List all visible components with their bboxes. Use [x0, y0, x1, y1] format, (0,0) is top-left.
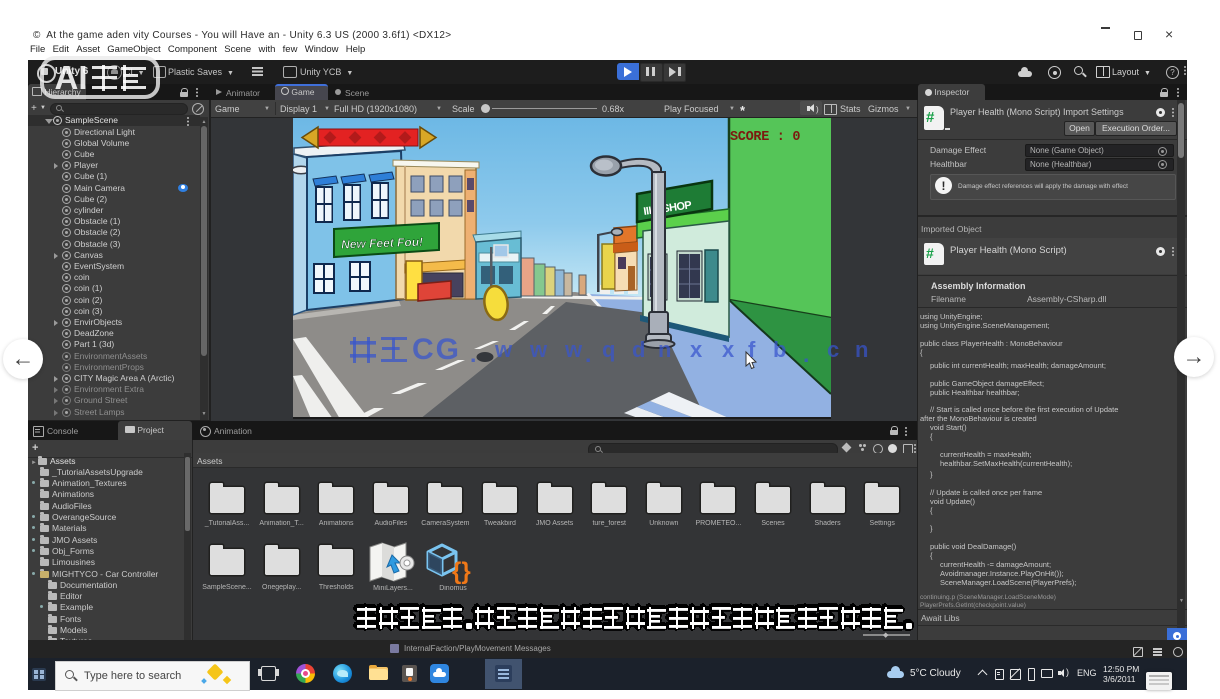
svg-text:{}: {}: [452, 558, 471, 585]
svg-text:SCORE : 0: SCORE : 0: [730, 130, 800, 145]
svg-text:New Feet Fou!: New Feet Fou!: [341, 235, 423, 252]
